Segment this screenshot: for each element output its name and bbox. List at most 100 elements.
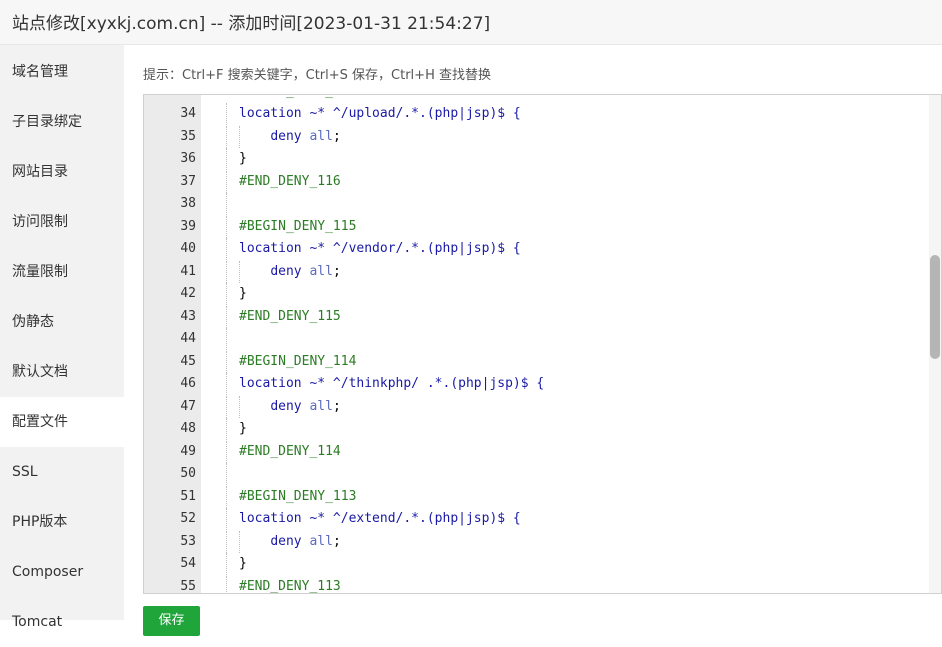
code-line: 40 location ~* ^/vendor/.*.(php|jsp)$ {	[144, 238, 924, 260]
line-number: 46	[180, 376, 196, 391]
indent-guide	[226, 193, 228, 215]
sidebar-item-composer[interactable]: Composer	[0, 547, 124, 597]
indent-guide	[226, 260, 228, 283]
code-text: location ~* ^/vendor/.*.(php|jsp)$ {	[239, 241, 521, 256]
code-text: #END_DENY_113	[239, 578, 341, 594]
code-line: 54}	[144, 553, 924, 575]
sidebar-item-config-file[interactable]: 配置文件	[0, 397, 124, 447]
code-line: 43 #END_DENY_115	[144, 305, 924, 328]
sidebar-item-tomcat[interactable]: Tomcat	[0, 597, 124, 647]
code-text: #END_DENY_116	[239, 173, 341, 189]
sidebar-item-domain[interactable]: 域名管理	[0, 47, 124, 97]
sidebar-item-ssl[interactable]: SSL	[0, 447, 124, 497]
indent-guide	[226, 530, 228, 553]
scrollbar-thumb[interactable]	[930, 255, 940, 359]
code-line: 53 deny all;	[144, 530, 924, 553]
code-text: #BEGIN_DENY_116	[239, 95, 356, 103]
code-line: 34 location ~* ^/upload/.*.(php|jsp)$ {	[144, 103, 924, 125]
indent-guide	[226, 418, 228, 440]
indent-guide	[226, 463, 228, 485]
code-line: 45 #BEGIN_DENY_114	[144, 350, 924, 373]
code-text: deny all;	[270, 398, 341, 414]
code-line: 44	[144, 328, 924, 350]
line-number: 52	[180, 511, 196, 526]
sidebar-item-site-directory[interactable]: 网站目录	[0, 147, 124, 197]
indent-guide	[239, 530, 241, 553]
sidebar-item-default-document[interactable]: 默认文档	[0, 347, 124, 397]
config-code-editor[interactable]: #BEGIN_DENY_116 34 location ~* ^/upload/.…	[143, 94, 942, 594]
indent-guide	[226, 508, 228, 530]
code-text: deny all;	[270, 533, 341, 549]
code-line: 48}	[144, 418, 924, 440]
code-line: 41 deny all;	[144, 260, 924, 283]
code-line: 51 #BEGIN_DENY_113	[144, 485, 924, 508]
sidebar-item-traffic-limit[interactable]: 流量限制	[0, 247, 124, 297]
sidebar-item-php-version[interactable]: PHP版本	[0, 497, 124, 547]
code-line: 50	[144, 463, 924, 485]
line-number: 47	[180, 398, 196, 414]
line-number: 53	[180, 533, 196, 549]
window-title: 站点修改[xyxkj.com.cn] -- 添加时间[2023-01-31 21…	[12, 14, 491, 34]
line-number: 36	[180, 151, 196, 166]
line-number: 37	[180, 173, 196, 189]
code-line: 49 #END_DENY_114	[144, 440, 924, 463]
line-number: 51	[180, 488, 196, 504]
indent-guide	[226, 395, 228, 418]
line-number: 43	[180, 308, 196, 324]
code-text: }	[239, 151, 247, 166]
code-text: deny all;	[270, 263, 341, 279]
line-number: 54	[180, 556, 196, 571]
indent-guide	[239, 395, 241, 418]
code-text: #BEGIN_DENY_115	[239, 218, 357, 234]
code-text: #BEGIN_DENY_113	[239, 488, 357, 504]
line-number: 50	[180, 466, 196, 481]
indent-guide	[226, 575, 228, 593]
indent-guide	[226, 328, 228, 350]
code-text: deny all;	[270, 128, 341, 144]
code-line: 55 #END_DENY_113	[144, 575, 924, 594]
save-button[interactable]: 保存	[143, 606, 200, 636]
indent-guide	[239, 260, 241, 283]
sidebar-item-subdir-binding[interactable]: 子目录绑定	[0, 97, 124, 147]
indent-guide	[226, 238, 228, 260]
code-line: 38	[144, 193, 924, 215]
code-line: 37 #END_DENY_116	[144, 170, 924, 193]
line-number: 49	[180, 443, 196, 459]
indent-guide	[239, 125, 241, 148]
indent-guide	[226, 350, 228, 373]
line-number: 44	[180, 331, 196, 346]
code-line: 39 #BEGIN_DENY_115	[144, 215, 924, 238]
code-text: #END_DENY_115	[239, 308, 341, 324]
line-number: 55	[180, 578, 196, 594]
line-number: 48	[180, 421, 196, 436]
code-text: }	[239, 556, 247, 571]
vertical-scrollbar[interactable]	[929, 95, 941, 593]
code-text: location ~* ^/upload/.*.(php|jsp)$ {	[239, 106, 521, 121]
sidebar-item-rewrite[interactable]: 伪静态	[0, 297, 124, 347]
indent-guide	[226, 148, 228, 170]
code-line: 52 location ~* ^/extend/.*.(php|jsp)$ {	[144, 508, 924, 530]
line-number: 38	[180, 196, 196, 211]
code-text: }	[239, 421, 247, 436]
indent-guide	[226, 103, 228, 125]
code-text: location ~* ^/thinkphp/ .*.(php|jsp)$ {	[239, 376, 545, 391]
window-title-bar: 站点修改[xyxkj.com.cn] -- 添加时间[2023-01-31 21…	[0, 0, 942, 45]
line-number: 40	[180, 241, 196, 256]
code-text: }	[239, 286, 247, 301]
indent-guide	[226, 125, 228, 148]
indent-guide	[226, 215, 228, 238]
line-number: 39	[180, 218, 196, 234]
line-number: 41	[180, 263, 196, 279]
indent-guide	[226, 283, 228, 305]
code-area[interactable]: #BEGIN_DENY_116 34 location ~* ^/upload/.…	[144, 95, 941, 593]
indent-guide	[226, 553, 228, 575]
sidebar-item-access-limit[interactable]: 访问限制	[0, 197, 124, 247]
indent-guide	[226, 373, 228, 395]
code-line: 36}	[144, 148, 924, 170]
indent-guide	[226, 485, 228, 508]
line-number: 45	[180, 353, 196, 369]
code-line: 42}	[144, 283, 924, 305]
line-number: 42	[180, 286, 196, 301]
line-number: 35	[180, 128, 196, 144]
code-line: #BEGIN_DENY_116	[144, 95, 924, 103]
